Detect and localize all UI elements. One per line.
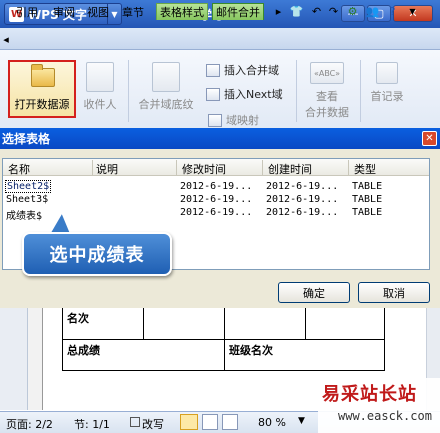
cancel-button[interactable]: 取消 <box>358 282 430 303</box>
column-header-modified[interactable]: 修改时间 <box>182 161 226 177</box>
tab-view[interactable]: 视图 <box>84 3 112 20</box>
recipients-label: 收件人 <box>83 98 117 111</box>
scroll-right-icon[interactable]: ▸ <box>270 3 287 19</box>
table-row-sheet2-modified: 2012-6-19... <box>180 181 253 192</box>
merge-field-shading-button[interactable]: 合并域底纹 <box>132 62 200 112</box>
divider <box>348 160 349 175</box>
revise-checkbox[interactable] <box>130 417 140 427</box>
divider <box>128 60 129 122</box>
recipients-button[interactable]: 收件人 <box>80 62 120 112</box>
first-record-button[interactable]: 首记录 <box>364 62 410 104</box>
redo-icon[interactable]: ↷ <box>325 3 342 19</box>
folder-icon <box>28 62 56 92</box>
table-cell[interactable] <box>224 308 306 340</box>
first-record-label: 首记录 <box>370 90 404 103</box>
shirt-icon[interactable]: 👕 <box>288 3 305 19</box>
help-icon[interactable]: ? <box>384 3 401 19</box>
insert-merge-field-button[interactable]: 插入合并域 <box>206 62 279 78</box>
table-row-grades-created: 2012-6-19... <box>266 207 339 218</box>
tab-chapter[interactable]: 章节 <box>119 3 147 20</box>
divider <box>92 160 93 175</box>
view-merged-data-button[interactable]: «ABC» 查看 合并数据 <box>300 62 354 120</box>
column-header-type[interactable]: 类型 <box>354 161 376 177</box>
first-record-icon <box>376 62 398 84</box>
recipients-icon <box>86 62 114 92</box>
document-icon <box>152 62 180 92</box>
column-header-created[interactable]: 创建时间 <box>268 161 312 177</box>
dialog-title: 选择表格 <box>0 128 440 149</box>
table-row-grades-name[interactable]: 成绩表$ <box>6 207 42 222</box>
open-data-source-label: 打开数据源 <box>14 98 70 111</box>
tab-mail-merge[interactable]: 邮件合并 <box>212 3 264 20</box>
watermark-text: 易采站长站 <box>322 384 417 405</box>
view-merged-label-2: 合并数据 <box>305 106 349 119</box>
users-icon[interactable]: 👥 <box>364 3 381 19</box>
insert-next-field-label: 插入Next域 <box>224 88 283 101</box>
callout-annotation: 选中成绩表 <box>22 232 172 276</box>
mapping-icon <box>208 113 222 127</box>
watermark-url: www.easck.com <box>338 409 432 423</box>
status-section[interactable]: 节: 1/1 <box>74 416 110 432</box>
open-data-source-button[interactable]: 打开数据源 <box>8 60 76 118</box>
table-cell-rank[interactable]: 名次 <box>62 308 144 340</box>
view-merged-label-1: 查看 <box>316 90 338 103</box>
insert-merge-field-label: 插入合并域 <box>224 64 279 77</box>
menu-bar <box>0 28 440 50</box>
vertical-ruler <box>0 308 28 410</box>
ok-button[interactable]: 确定 <box>278 282 350 303</box>
table-row-sheet3-modified: 2012-6-19... <box>180 194 253 205</box>
outline-view-icon[interactable] <box>202 414 218 430</box>
status-page[interactable]: 页面: 2/2 <box>6 416 53 432</box>
scroll-left-icon[interactable]: ◂ <box>0 31 12 47</box>
abc-icon: «ABC» <box>310 62 344 84</box>
next-field-icon <box>206 87 220 101</box>
column-header-desc[interactable]: 说明 <box>96 161 118 177</box>
divider <box>296 60 297 122</box>
chevron-down-icon[interactable]: ▼ <box>404 3 421 19</box>
insert-next-field-button[interactable]: 插入Next域 <box>206 86 283 102</box>
divider <box>360 60 361 122</box>
field-mapping-button[interactable]: 域映射 <box>208 112 259 128</box>
tab-table-style[interactable]: 表格样式 <box>156 3 208 20</box>
table-row-sheet3-created: 2012-6-19... <box>266 194 339 205</box>
table-row-grades-modified: 2012-6-19... <box>180 207 253 218</box>
zoom-level[interactable]: 80 % <box>258 416 286 429</box>
table-row-sheet2-name[interactable]: Sheet2$ <box>5 180 52 193</box>
table-row-grades-type: TABLE <box>352 207 383 218</box>
column-header-name[interactable]: 名称 <box>8 161 30 177</box>
web-view-icon[interactable] <box>222 414 238 430</box>
table-cell[interactable] <box>143 308 225 340</box>
chevron-down-icon[interactable]: ▼ <box>298 416 305 426</box>
table-row-sheet2-created: 2012-6-19... <box>266 181 339 192</box>
table-cell-class-rank[interactable]: 班级名次 <box>224 339 385 371</box>
table-cell[interactable] <box>305 308 385 340</box>
divider <box>262 160 263 175</box>
dialog-close-button[interactable]: ✕ <box>422 131 437 146</box>
table-row-sheet3-type: TABLE <box>352 194 383 205</box>
undo-icon[interactable]: ↶ <box>308 3 325 19</box>
divider <box>176 160 177 175</box>
tools-icon[interactable]: ⚙ <box>344 3 361 19</box>
insert-field-icon <box>206 63 220 77</box>
table-row-sheet3-name[interactable]: Sheet3$ <box>6 194 48 207</box>
status-revise[interactable]: 改写 <box>142 416 164 432</box>
tab-references[interactable]: 引用 <box>13 3 41 20</box>
page-view-icon[interactable] <box>180 414 198 430</box>
tab-review[interactable]: 审阅 <box>50 3 78 20</box>
table-row-sheet2-type: TABLE <box>352 181 383 192</box>
field-mapping-label: 域映射 <box>226 114 259 127</box>
merge-field-shading-label: 合并域底纹 <box>138 98 194 111</box>
table-cell-total[interactable]: 总成绩 <box>62 339 225 371</box>
close-icon: ✕ <box>425 133 434 144</box>
